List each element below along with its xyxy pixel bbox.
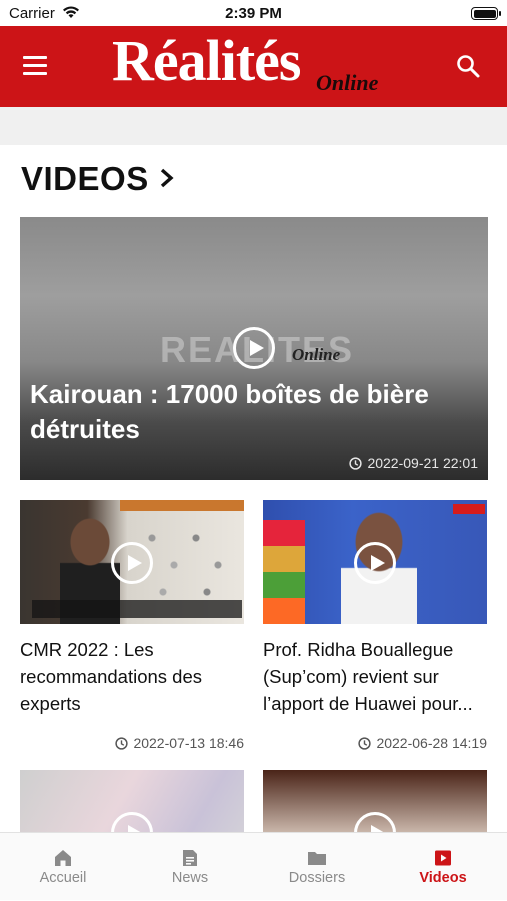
tab-label: Videos (419, 870, 467, 886)
tab-videos[interactable]: Videos (380, 833, 506, 901)
video-card-date: 2022-07-13 18:46 (115, 735, 244, 751)
clock-icon (358, 736, 372, 750)
video-card-title: CMR 2022 : Les recommandations des exper… (20, 639, 203, 714)
tab-news[interactable]: News (127, 833, 253, 901)
tab-label: News (171, 870, 209, 886)
hamburger-menu-icon[interactable] (23, 56, 47, 76)
video-card-date-text: 2022-07-13 18:46 (133, 735, 244, 751)
home-icon (55, 850, 71, 866)
clock-icon (115, 736, 129, 750)
video-icon (435, 850, 451, 866)
play-icon[interactable] (354, 542, 396, 584)
news-icon (183, 850, 197, 866)
logo-main-text: Réalités (112, 28, 301, 93)
thumbnail-watermark-sub: Online (292, 345, 341, 364)
play-icon[interactable] (233, 327, 275, 369)
featured-video-card[interactable]: REALITES Online Kairouan : 17000 boîtes … (20, 217, 488, 480)
video-card-date: 2022-06-28 14:19 (358, 735, 487, 751)
ad-placeholder-band (0, 107, 507, 145)
tab-accueil[interactable]: Accueil (0, 833, 126, 901)
play-icon[interactable] (111, 542, 153, 584)
featured-video-date: 2022-09-21 22:01 (349, 455, 478, 471)
bottom-tab-bar: Accueil News Dossiers Videos (0, 832, 507, 900)
app-header: Réalités Online (0, 26, 507, 107)
section-title: VIDEOS (21, 160, 149, 197)
status-bar: Carrier 2:39 PM (0, 0, 507, 26)
search-icon[interactable] (455, 53, 481, 79)
video-thumbnail (263, 500, 487, 624)
clock-icon (349, 456, 363, 470)
featured-video-date-text: 2022-09-21 22:01 (367, 455, 478, 471)
clock: 2:39 PM (225, 5, 282, 22)
tab-label: Dossiers (288, 870, 346, 886)
logo-sub-text: Online (316, 70, 379, 95)
chevron-right-icon[interactable] (157, 167, 177, 189)
tab-dossiers[interactable]: Dossiers (254, 833, 380, 901)
tab-label: Accueil (39, 870, 87, 886)
battery-icon (471, 7, 501, 20)
video-card-date-text: 2022-06-28 14:19 (376, 735, 487, 751)
video-thumbnail (20, 500, 244, 624)
video-card-title: Prof. Ridha Bouallegue (Sup’com) revient… (263, 639, 473, 714)
app-logo: Réalités Online (112, 30, 382, 100)
featured-video-title: Kairouan : 17000 boîtes de bière détruit… (30, 379, 429, 444)
folder-icon (308, 852, 326, 865)
